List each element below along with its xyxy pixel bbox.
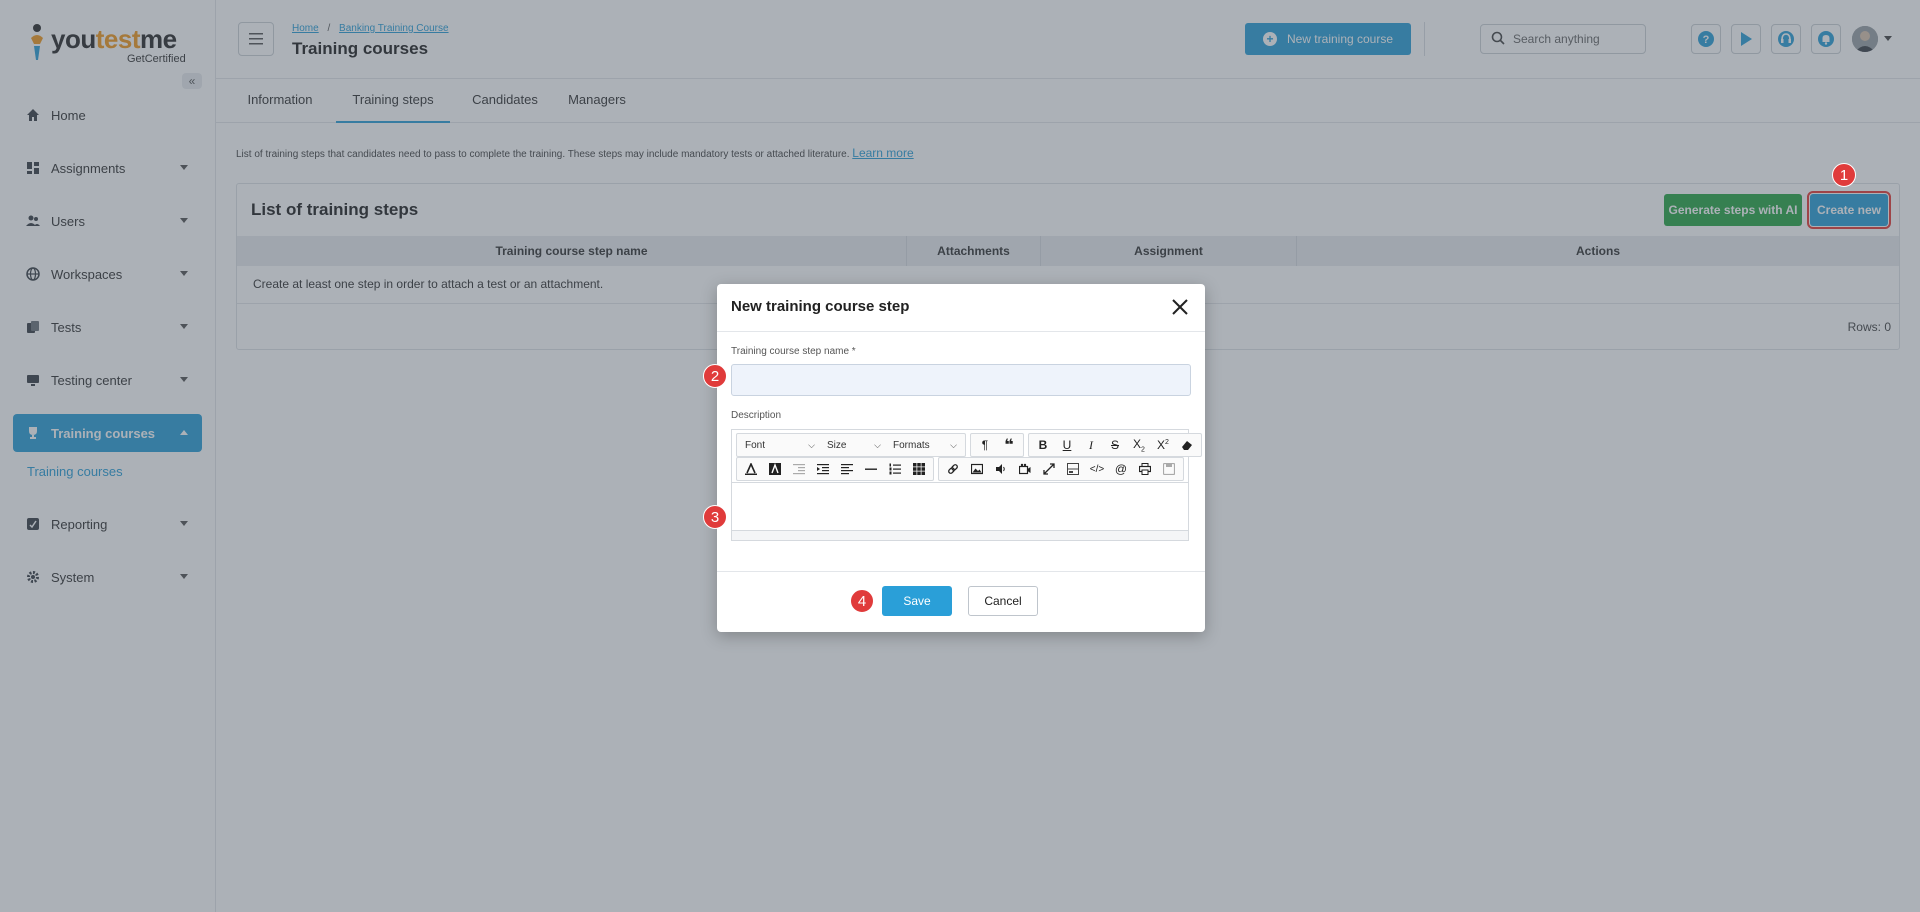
clear-format-button[interactable] [1175,434,1199,456]
table-button[interactable] [907,458,931,480]
outdent-button[interactable] [787,458,811,480]
editor-status-bar [732,530,1188,540]
close-icon [1172,299,1188,315]
template-icon [1067,463,1079,475]
font-select-label: Font [745,439,766,451]
toolbar-group-insert: </> @ [938,457,1184,481]
rich-text-editor: Font ⌵ Size ⌵ Formats ⌵ ¶ ❝ B U I S X2 X2 [731,429,1202,541]
template-button[interactable] [1061,458,1085,480]
step-badge-4: 4 [850,589,874,613]
image-icon [971,463,983,475]
description-editor-area[interactable] [732,482,1188,534]
blockquote-button[interactable]: ❝ [997,434,1021,456]
step-badge-1: 1 [1832,163,1856,187]
step-badge-3: 3 [703,505,727,529]
step-name-label: Training course step name * [731,346,856,357]
size-select[interactable]: Size ⌵ [821,434,887,456]
underline-button[interactable]: U [1055,434,1079,456]
chevron-down-icon: ⌵ [874,439,881,450]
dialog-title: New training course step [731,298,910,315]
background-color-icon [769,463,781,475]
image-button[interactable] [965,458,989,480]
table-icon [913,463,925,475]
bold-button[interactable]: B [1031,434,1055,456]
italic-icon: I [1089,437,1093,452]
font-select[interactable]: Font ⌵ [739,434,821,456]
video-icon [1019,463,1031,475]
indent-button[interactable] [811,458,835,480]
paragraph-button[interactable]: ¶ [973,434,997,456]
print-button[interactable] [1133,458,1157,480]
divider [717,331,1205,332]
chevron-down-icon: ⌵ [808,439,815,450]
toolbar-group-inline: B U I S X2 X2 [1028,433,1202,457]
print-icon [1139,463,1151,475]
step-name-input[interactable] [731,364,1191,396]
numbered-list-icon [889,463,901,475]
cancel-button[interactable]: Cancel [968,586,1038,616]
subscript-icon: X2 [1133,436,1145,454]
audio-button[interactable] [989,458,1013,480]
quote-icon: ❝ [1004,437,1014,454]
align-button[interactable] [835,458,859,480]
superscript-icon: X2 [1157,438,1169,452]
save-button[interactable]: Save [882,586,952,616]
toolbar-group-selects: Font ⌵ Size ⌵ Formats ⌵ [736,433,966,457]
numbered-list-button[interactable] [883,458,907,480]
toolbar-group-block: ¶ ❝ [970,433,1024,457]
size-select-label: Size [827,439,847,451]
paragraph-icon: ¶ [981,438,989,452]
new-training-step-dialog: New training course step Training course… [717,284,1205,632]
formats-select-label: Formats [893,439,930,451]
divider [717,571,1205,572]
audio-icon [996,464,1005,474]
code-icon: </> [1089,463,1105,475]
toolbar-group-paragraph [736,457,934,481]
outdent-icon [793,464,805,475]
superscript-button[interactable]: X2 [1151,434,1175,456]
strikethrough-button[interactable]: S [1103,434,1127,456]
subscript-button[interactable]: X2 [1127,434,1151,456]
save-document-button[interactable] [1157,458,1181,480]
italic-button[interactable]: I [1079,434,1103,456]
fullscreen-icon [1043,463,1055,475]
mention-button[interactable]: @ [1109,458,1133,480]
link-icon [948,464,958,474]
editor-toolbar-row-2: </> @ [736,457,1188,481]
close-button[interactable] [1169,296,1191,318]
eraser-icon [1182,441,1192,450]
text-color-icon [745,463,757,475]
editor-toolbar-row-1: Font ⌵ Size ⌵ Formats ⌵ ¶ ❝ B U I S X2 X2 [736,433,1206,457]
bold-icon: B [1038,438,1048,452]
background-color-button[interactable] [763,458,787,480]
video-button[interactable] [1013,458,1037,480]
align-left-icon [841,464,853,475]
strikethrough-icon: S [1110,438,1119,452]
chevron-down-icon: ⌵ [950,439,957,450]
fullscreen-button[interactable] [1037,458,1061,480]
source-code-button[interactable]: </> [1085,458,1109,480]
link-button[interactable] [941,458,965,480]
at-sign-icon: @ [1114,462,1128,476]
formats-select[interactable]: Formats ⌵ [887,434,963,456]
underline-icon: U [1062,438,1072,452]
horizontal-rule-button[interactable] [859,458,883,480]
horizontal-rule-icon [865,468,877,470]
text-color-button[interactable] [739,458,763,480]
description-label: Description [731,410,782,421]
floppy-disk-icon [1163,463,1175,475]
indent-icon [817,464,829,475]
step-badge-2: 2 [703,364,727,388]
